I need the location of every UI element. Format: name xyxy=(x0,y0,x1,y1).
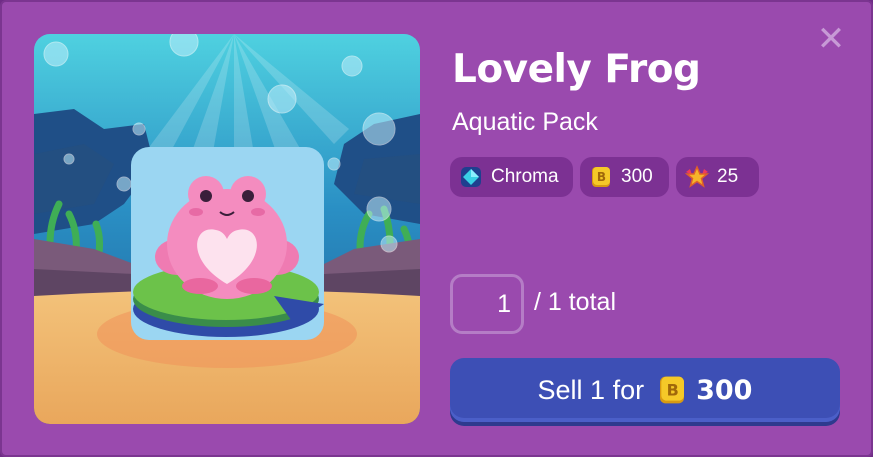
close-icon[interactable]: ✕ xyxy=(814,22,848,56)
token-icon: B xyxy=(592,167,610,187)
sell-button-amount: 300 xyxy=(696,374,753,406)
quantity-input[interactable]: 1 xyxy=(450,274,524,334)
value-chip: B 300 xyxy=(580,157,669,197)
rarity-label: Chroma xyxy=(491,166,559,187)
sell-button[interactable]: Sell 1 for B 300 xyxy=(450,358,840,422)
item-modal: ✕ Lovely Frog Aquatic Pack Chroma B 300 … xyxy=(0,0,873,457)
xp-chip: 25 xyxy=(676,157,759,197)
star-badge-icon xyxy=(685,165,709,188)
item-title: Lovely Frog xyxy=(452,47,701,92)
token-icon: B xyxy=(660,376,685,404)
xp-label: 25 xyxy=(717,166,739,187)
sell-button-label: Sell 1 for xyxy=(537,374,645,405)
chroma-gem-icon xyxy=(461,167,481,187)
rarity-chip: Chroma xyxy=(450,157,573,197)
svg-text:B: B xyxy=(597,170,606,184)
quantity-total: / 1 total xyxy=(534,288,616,316)
value-label: 300 xyxy=(621,166,653,187)
item-artwork xyxy=(34,34,420,424)
svg-text:B: B xyxy=(667,380,679,399)
item-pack: Aquatic Pack xyxy=(452,108,598,136)
